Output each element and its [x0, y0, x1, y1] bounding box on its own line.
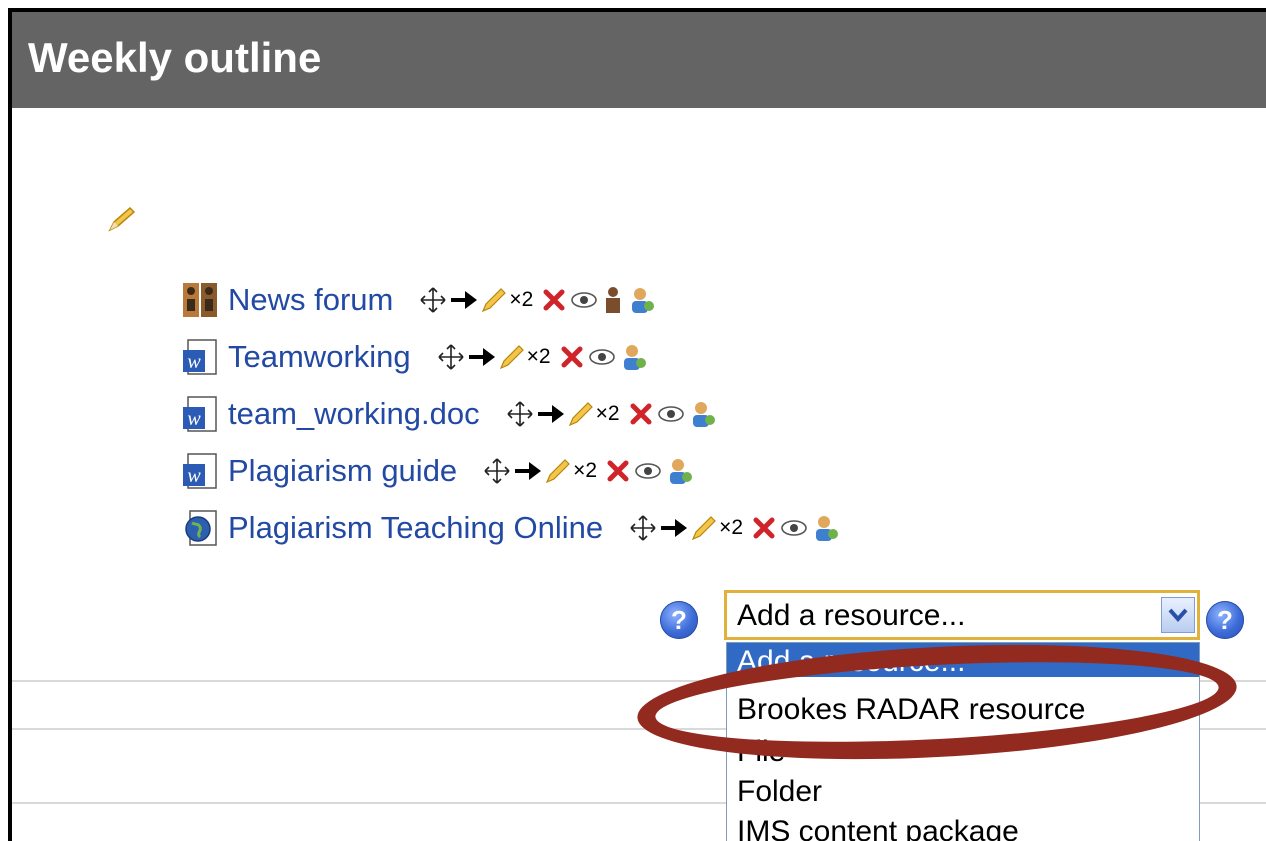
- delete-icon[interactable]: [628, 401, 654, 427]
- assign-roles-icon[interactable]: [811, 513, 841, 543]
- word-doc-icon: w: [183, 396, 217, 432]
- delete-icon[interactable]: [541, 287, 567, 313]
- activity-controls: ×2: [437, 342, 649, 372]
- move-icon[interactable]: [629, 514, 657, 542]
- forum-icon: [183, 283, 217, 317]
- edit-pencil-icon[interactable]: [568, 400, 594, 428]
- move-icon[interactable]: [506, 400, 534, 428]
- assign-roles-icon[interactable]: [627, 285, 657, 315]
- indent-arrow-icon[interactable]: [513, 457, 543, 485]
- assign-roles-icon[interactable]: [688, 399, 718, 429]
- activity-controls: ×2: [506, 399, 718, 429]
- activity-link[interactable]: Teamworking: [228, 339, 411, 375]
- edit-pencil-icon[interactable]: [545, 457, 571, 485]
- activity-link[interactable]: team_working.doc: [228, 396, 480, 432]
- indent-arrow-icon[interactable]: [659, 514, 689, 542]
- add-resource-selected: Add a resource...: [737, 599, 966, 632]
- activity-controls: ×2: [483, 456, 695, 486]
- delete-icon[interactable]: [559, 344, 585, 370]
- visibility-eye-icon[interactable]: [587, 345, 617, 369]
- edit-pencil-icon[interactable]: [499, 343, 525, 371]
- group-mode-icon[interactable]: [601, 285, 625, 315]
- duplicate-label[interactable]: ×2: [719, 516, 743, 540]
- section-header: Weekly outline: [12, 12, 1266, 108]
- help-icon[interactable]: ?: [1206, 601, 1244, 639]
- dropdown-option[interactable]: Add a resource...: [737, 645, 965, 679]
- dropdown-option[interactable]: File: [737, 735, 785, 769]
- indent-arrow-icon[interactable]: [467, 343, 497, 371]
- delete-icon[interactable]: [751, 515, 777, 541]
- add-resource-select[interactable]: Add a resource...: [724, 590, 1200, 640]
- word-doc-icon: w: [183, 453, 217, 489]
- move-icon[interactable]: [483, 457, 511, 485]
- globe-link-icon: [185, 510, 217, 546]
- activity-controls: ×2: [419, 285, 657, 315]
- course-frame: Weekly outline News forum ×2 w Teamworki…: [8, 8, 1266, 841]
- duplicate-label[interactable]: ×2: [509, 288, 533, 312]
- visibility-eye-icon[interactable]: [569, 288, 599, 312]
- activity-row: News forum ×2: [182, 278, 657, 322]
- dropdown-option[interactable]: Folder: [737, 775, 822, 809]
- indent-arrow-icon[interactable]: [449, 286, 479, 314]
- move-icon[interactable]: [419, 286, 447, 314]
- svg-text:w: w: [187, 465, 201, 487]
- activity-row: w Plagiarism guide ×2: [182, 449, 695, 493]
- visibility-eye-icon[interactable]: [779, 516, 809, 540]
- svg-text:w: w: [187, 408, 201, 430]
- chevron-down-icon[interactable]: [1161, 597, 1195, 633]
- section-title: Weekly outline: [28, 34, 322, 81]
- svg-text:w: w: [187, 351, 201, 373]
- activity-link[interactable]: Plagiarism Teaching Online: [228, 510, 603, 546]
- indent-arrow-icon[interactable]: [536, 400, 566, 428]
- activity-link[interactable]: Plagiarism guide: [228, 453, 457, 489]
- add-resource-dropdown: Add a resource... Brookes RADAR resource…: [726, 642, 1200, 841]
- activity-controls: ×2: [629, 513, 841, 543]
- visibility-eye-icon[interactable]: [633, 459, 663, 483]
- dropdown-option[interactable]: Brookes RADAR resource: [737, 693, 1085, 727]
- assign-roles-icon[interactable]: [665, 456, 695, 486]
- word-doc-icon: w: [183, 339, 217, 375]
- help-icon[interactable]: ?: [660, 601, 698, 639]
- assign-roles-icon[interactable]: [619, 342, 649, 372]
- pencil-icon[interactable]: [106, 204, 136, 234]
- visibility-eye-icon[interactable]: [656, 402, 686, 426]
- duplicate-label[interactable]: ×2: [573, 459, 597, 483]
- activity-link[interactable]: News forum: [228, 282, 393, 318]
- move-icon[interactable]: [437, 343, 465, 371]
- activity-row: w Teamworking ×2: [182, 335, 649, 379]
- dropdown-option[interactable]: IMS content package: [737, 815, 1019, 841]
- duplicate-label[interactable]: ×2: [596, 402, 620, 426]
- edit-pencil-icon[interactable]: [481, 286, 507, 314]
- edit-pencil-icon[interactable]: [691, 514, 717, 542]
- duplicate-label[interactable]: ×2: [527, 345, 551, 369]
- activity-row: Plagiarism Teaching Online ×2: [182, 506, 841, 550]
- activity-row: w team_working.doc ×2: [182, 392, 718, 436]
- delete-icon[interactable]: [605, 458, 631, 484]
